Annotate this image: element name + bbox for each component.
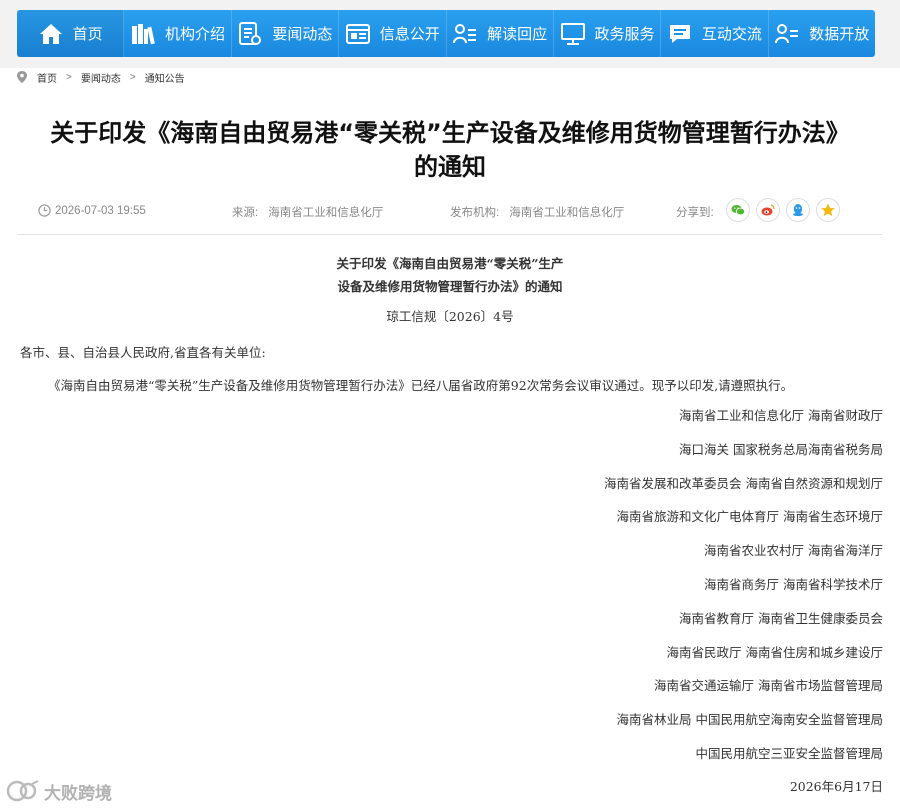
document-title-line2: 设备及维修用货物管理暂行办法》的通知 [337, 279, 563, 294]
wechat-icon[interactable] [726, 198, 750, 222]
signatories: 海南省工业和信息化厅 海南省财政厅 海口海关 国家税务总局海南省税务局 海南省发… [604, 405, 883, 777]
breadcrumb: 首页 > 要闻动态 > 通知公告 [17, 69, 185, 85]
watermark-text: 大败跨境 [44, 783, 112, 803]
location-pin-icon [17, 71, 27, 83]
favorite-star-icon[interactable] [816, 198, 840, 222]
signatory-line: 中国民用航空三亚安全监督管理局 [695, 745, 883, 761]
document-addressee: 各市、县、自治县人民政府,省直各有关单位: [20, 345, 266, 360]
signatory-line: 海南省农业农村厅 海南省海洋厅 [704, 543, 883, 559]
article-title-line2: 的通知 [414, 153, 486, 181]
signatory-line: 海南省交通运输厅 海南省市场监督管理局 [654, 678, 883, 694]
watermark: 大败跨境 [6, 778, 112, 804]
signatory-line: 海南省民政厅 海南省住房和城乡建设厅 [666, 644, 883, 660]
nav-item-gov-services[interactable]: 政务服务 [554, 10, 662, 57]
nav-item-interpretation[interactable]: 解读回应 [447, 10, 554, 57]
home-icon [38, 21, 64, 47]
main-nav: 首页 机构介绍 要闻动态 信息公开 解读回应 政务服务 互动交流 数据开放 [17, 10, 875, 57]
nav-item-interaction[interactable]: 互动交流 [661, 10, 769, 57]
watermark-logo-icon [6, 780, 39, 802]
signatory-line: 海南省工业和信息化厅 海南省财政厅 [679, 408, 883, 423]
chat-icon [667, 21, 693, 47]
nav-item-open-data[interactable]: 数据开放 [769, 10, 875, 57]
books-icon [130, 21, 156, 47]
nav-item-label: 政务服务 [594, 26, 655, 43]
document-title-line1: 关于印发《海南自由贸易港“零关税”生产 [336, 256, 564, 271]
signatory-line: 海南省商务厅 海南省科学技术厅 [704, 576, 883, 592]
breadcrumb-separator-icon: > [129, 71, 136, 83]
publish-date: 2026-07-03 19:55 [38, 204, 146, 217]
document-date: 2026年6月17日 [789, 779, 883, 794]
nav-item-label: 要闻动态 [272, 26, 333, 43]
weibo-icon[interactable] [756, 198, 780, 222]
source-value: 海南省工业和信息化厅 [268, 207, 384, 219]
nav-item-label: 解读回应 [487, 26, 548, 43]
nav-item-label: 信息公开 [379, 26, 440, 43]
signatory-line: 海南省发展和改革委员会 海南省自然资源和规划厅 [604, 475, 883, 491]
person-list-icon [452, 21, 478, 47]
share-label: 分享到: [676, 207, 714, 219]
document-paragraph: 《海南自由贸易港“零关税”生产设备及维修用货物管理暂行办法》已经八届省政府第92… [48, 378, 794, 393]
publisher: 发布机构: 海南省工业和信息化厅 [450, 204, 624, 220]
document-title: 关于印发《海南自由贸易港“零关税”生产 设备及维修用货物管理暂行办法》的通知 [0, 252, 900, 298]
meta-divider [17, 234, 882, 235]
clock-icon [38, 204, 51, 217]
signatory-line: 海口海关 国家税务总局海南省税务局 [679, 441, 883, 457]
breadcrumb-separator-icon: > [66, 71, 72, 83]
signatory-line: 海南省旅游和文化广电体育厅 海南省生态环境厅 [616, 509, 883, 525]
publish-date-value: 2026-07-03 19:55 [55, 204, 146, 217]
signatory-line: 海南省教育厅 海南省卫生健康委员会 [679, 610, 883, 626]
source-label: 来源: [232, 207, 259, 219]
nav-item-label: 互动交流 [701, 26, 762, 43]
signatory-line: 海南省林业局 中国民用航空海南安全监督管理局 [616, 712, 883, 728]
article-title-line1: 关于印发《海南自由贸易港“零关税”生产设备及维修用货物管理暂行办法》 [50, 119, 850, 147]
document-number: 琼工信规〔2026〕4号 [386, 309, 514, 324]
news-icon [237, 21, 263, 47]
nav-item-info-disclosure[interactable]: 信息公开 [339, 10, 447, 57]
share-icons [726, 198, 846, 222]
article-title: 关于印发《海南自由贸易港“零关税”生产设备及维修用货物管理暂行办法》 的通知 [0, 116, 900, 184]
monitor-icon [560, 21, 586, 47]
folder-icon [345, 21, 371, 47]
nav-item-institutions[interactable]: 机构介绍 [124, 10, 232, 57]
nav-item-news[interactable]: 要闻动态 [232, 10, 340, 57]
nav-item-home[interactable]: 首页 [17, 10, 125, 57]
breadcrumb-news-link[interactable]: 要闻动态 [81, 70, 121, 85]
publisher-value: 海南省工业和信息化厅 [509, 207, 625, 219]
qq-icon[interactable] [786, 198, 810, 222]
article-meta: 2026-07-03 19:55 来源: 海南省工业和信息化厅 发布机构: 海南省工… [38, 198, 880, 224]
source: 来源: 海南省工业和信息化厅 [232, 204, 383, 220]
breadcrumb-home-link[interactable]: 首页 [37, 70, 57, 85]
breadcrumb-notice-link[interactable]: 通知公告 [145, 70, 185, 85]
publisher-label: 发布机构: [450, 207, 500, 219]
person-data-icon [774, 21, 800, 47]
nav-item-label: 首页 [72, 26, 103, 43]
nav-item-label: 机构介绍 [165, 26, 226, 43]
nav-item-label: 数据开放 [809, 26, 870, 43]
